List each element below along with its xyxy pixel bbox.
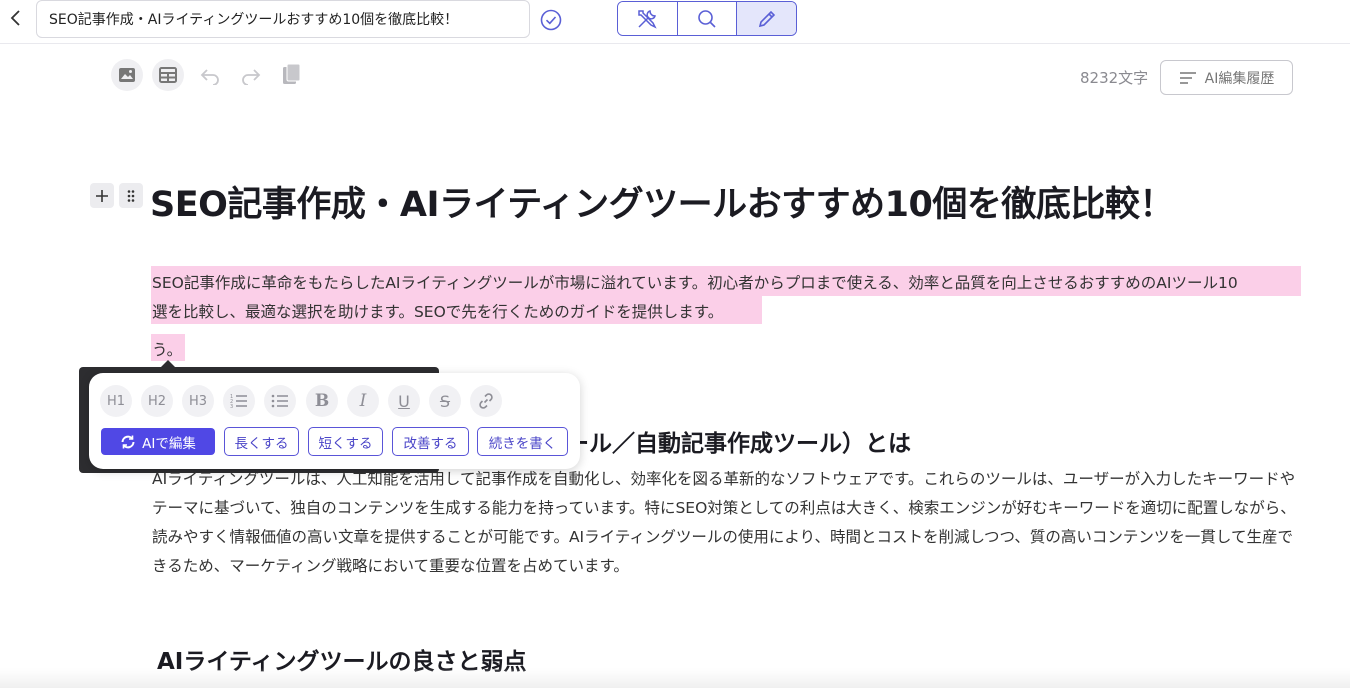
search-mode-button[interactable] <box>677 2 738 35</box>
plus-icon <box>96 189 108 202</box>
check-circle-icon <box>540 9 562 31</box>
tools-mode-button[interactable] <box>618 2 678 35</box>
ai-edit-button[interactable]: AIで編集 <box>101 428 215 455</box>
image-icon <box>119 68 135 82</box>
back-button[interactable] <box>4 6 26 30</box>
shorten-button[interactable]: 短くする <box>308 427 383 456</box>
table-icon <box>159 67 177 83</box>
underline-button[interactable]: U <box>388 385 420 417</box>
intro-paragraph-line[interactable]: SEO記事作成に革命をもたらしたAIライティングツールが市場に溢れています。初心… <box>152 271 1238 293</box>
body-paragraph[interactable]: AIライティングツールは、人工知能を活用して記事作成を自動化し、効率化を図る革新… <box>152 465 1302 581</box>
list-lines-icon <box>1179 71 1196 84</box>
strikethrough-icon: S <box>439 391 451 411</box>
scroll-fade <box>0 668 1350 688</box>
top-bar <box>0 0 1350 44</box>
wrench-screwdriver-icon <box>638 9 658 29</box>
ordered-list-button[interactable]: 123 <box>223 385 255 417</box>
redo-button[interactable] <box>237 61 265 89</box>
copy-icon <box>283 63 301 84</box>
bullet-list-button[interactable] <box>264 385 296 417</box>
ordered-list-icon: 123 <box>230 394 247 409</box>
edit-mode-button[interactable] <box>737 2 796 35</box>
ai-edit-label: AIで編集 <box>142 435 196 452</box>
lengthen-button[interactable]: 長くする <box>224 427 299 456</box>
undo-icon <box>200 69 219 85</box>
heading2-button[interactable]: H2 <box>141 385 173 417</box>
mode-switcher <box>617 1 797 36</box>
continue-writing-button[interactable]: 続きを書く <box>477 427 568 456</box>
document-title[interactable]: SEO記事作成・AIライティングツールおすすめ10個を徹底比較！ <box>150 176 1174 227</box>
continue-writing-label: 続きを書く <box>488 435 557 452</box>
shorten-label: 短くする <box>318 435 373 452</box>
redo-icon <box>242 69 261 85</box>
lengthen-label: 長くする <box>234 435 289 452</box>
drag-dots-icon <box>127 189 135 202</box>
italic-button[interactable]: I <box>347 385 379 417</box>
svg-text:3: 3 <box>230 404 233 409</box>
intro-paragraph-line[interactable]: 選を比較し、最適な選択を助けます。SEOで先を行くためのガイドを提供します。 <box>152 300 723 322</box>
link-button[interactable] <box>470 385 502 417</box>
underline-icon: U <box>398 391 410 411</box>
improve-button[interactable]: 改善する <box>392 427 469 456</box>
heading2-icon: H2 <box>147 393 167 409</box>
chevron-left-icon <box>10 10 20 26</box>
article-title-input[interactable] <box>36 0 530 38</box>
insert-image-button[interactable] <box>111 59 143 91</box>
link-icon <box>479 393 493 409</box>
pencil-icon <box>758 10 775 27</box>
bold-button[interactable]: B <box>306 385 338 417</box>
intro-paragraph-line[interactable]: う。 <box>152 338 182 360</box>
heading3-button[interactable]: H3 <box>182 385 214 417</box>
heading3-icon: H3 <box>188 393 208 409</box>
copy-button[interactable] <box>278 61 306 89</box>
undo-button[interactable] <box>196 61 224 89</box>
bold-icon: B <box>314 391 330 411</box>
improve-label: 改善する <box>403 435 458 452</box>
add-block-button[interactable] <box>90 183 114 208</box>
insert-table-button[interactable] <box>152 59 184 91</box>
italic-icon: I <box>359 391 367 411</box>
drag-handle[interactable] <box>119 183 143 208</box>
search-icon <box>698 9 716 28</box>
popover-caret <box>160 360 176 368</box>
heading1-icon: H1 <box>106 393 126 409</box>
format-popover: H1 H2 H3 123 B I U S AIで編集 長くする 短くする 改善す… <box>89 373 580 469</box>
confirm-title-button[interactable] <box>539 8 563 32</box>
refresh-ai-icon <box>121 435 135 448</box>
strikethrough-button[interactable]: S <box>429 385 461 417</box>
heading1-button[interactable]: H1 <box>100 385 132 417</box>
section-heading[interactable]: ール／自動記事作成ツール）とは <box>566 424 911 458</box>
ai-edit-history-label: AI編集履歴 <box>1204 70 1275 87</box>
bullet-list-icon <box>271 394 288 408</box>
ai-edit-history-button[interactable]: AI編集履歴 <box>1160 60 1293 95</box>
character-count: 8232文字 <box>1080 69 1149 87</box>
